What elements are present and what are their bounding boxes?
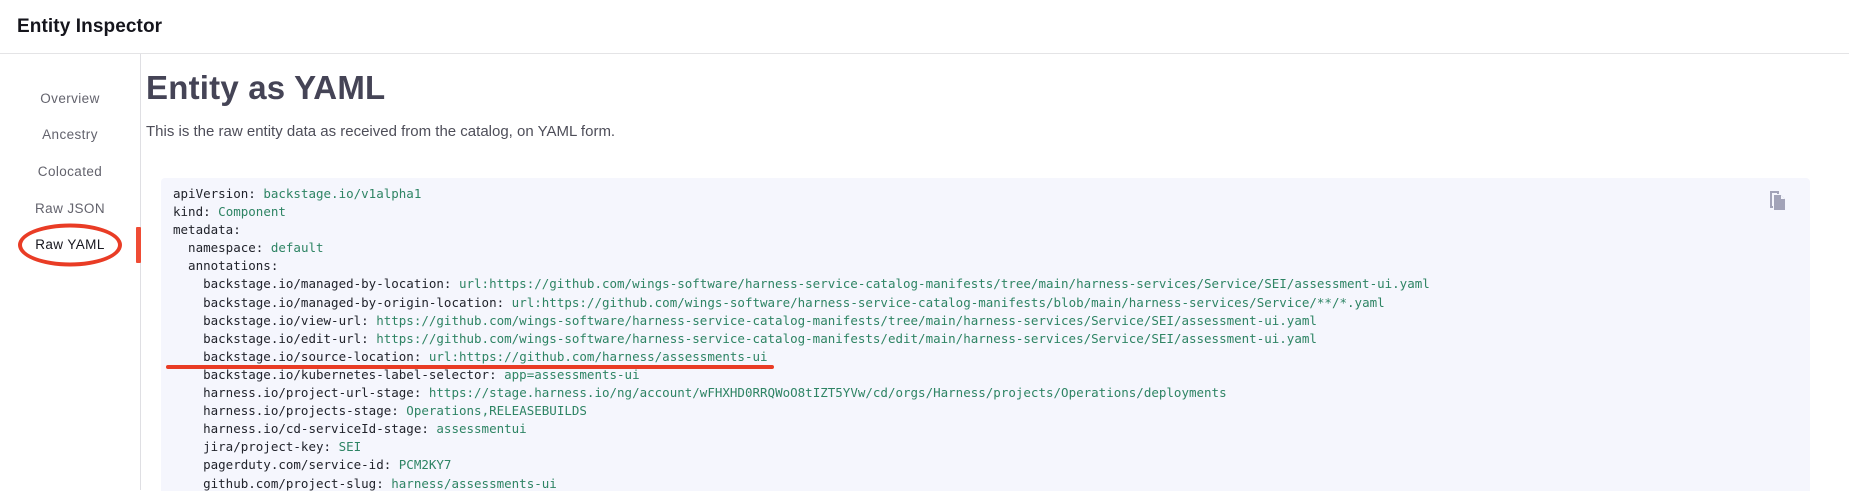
code-line: pagerduty.com/service-id: PCM2KY7: [173, 456, 1770, 474]
dialog-body: Overview Ancestry Colocated Raw JSON Raw…: [0, 54, 1849, 490]
copy-icon-glyph: [1764, 188, 1790, 214]
copy-icon[interactable]: [1764, 188, 1790, 214]
yaml-key: annotations:: [173, 258, 278, 273]
yaml-key: apiVersion:: [173, 186, 256, 201]
code-line: backstage.io/source-location: url:https:…: [173, 348, 1770, 366]
yaml-key: harness.io/project-url-stage:: [173, 385, 421, 400]
sidebar-item-raw-json[interactable]: Raw JSON: [0, 190, 140, 227]
code-line: annotations:: [173, 257, 1770, 275]
yaml-text: apiVersion: backstage.io/v1alpha1 kind: …: [173, 185, 1770, 491]
yaml-value: Operations,RELEASEBUILDS: [399, 403, 587, 418]
sidebar-item-ancestry[interactable]: Ancestry: [0, 117, 140, 154]
yaml-value: harness/assessments-ui: [384, 476, 557, 491]
code-line: jira/project-key: SEI: [173, 438, 1770, 456]
yaml-key: harness.io/cd-serviceId-stage:: [173, 421, 429, 436]
code-line: github.com/project-slug: harness/assessm…: [173, 475, 1770, 491]
code-line: metadata:: [173, 221, 1770, 239]
yaml-value: SEI: [331, 439, 361, 454]
yaml-key: backstage.io/managed-by-location:: [173, 276, 451, 291]
code-line: harness.io/project-url-stage: https://st…: [173, 384, 1770, 402]
sidebar-item-label: Ancestry: [42, 127, 98, 142]
code-line: backstage.io/edit-url: https://github.co…: [173, 330, 1770, 348]
yaml-value: assessmentui: [429, 421, 527, 436]
yaml-key: backstage.io/managed-by-origin-location:: [173, 295, 504, 310]
yaml-value: url:https://github.com/harness/assessmen…: [421, 349, 767, 364]
dialog-header: Entity Inspector: [0, 0, 1849, 54]
code-line: backstage.io/managed-by-location: url:ht…: [173, 275, 1770, 293]
page-subtitle: This is the raw entity data as received …: [146, 123, 1810, 141]
dialog-title: Entity Inspector: [17, 16, 162, 38]
yaml-value: default: [263, 240, 323, 255]
yaml-value: backstage.io/v1alpha1: [256, 186, 422, 201]
sidebar-item-label: Raw JSON: [35, 201, 105, 216]
yaml-code-block: apiVersion: backstage.io/v1alpha1 kind: …: [161, 178, 1810, 491]
yaml-value: https://github.com/wings-software/harnes…: [369, 331, 1317, 346]
code-line: backstage.io/kubernetes-label-selector: …: [173, 366, 1770, 384]
yaml-value: https://github.com/wings-software/harnes…: [369, 313, 1317, 328]
code-line: namespace: default: [173, 239, 1770, 257]
yaml-key: kind:: [173, 204, 211, 219]
yaml-value: https://stage.harness.io/ng/account/wFHX…: [421, 385, 1226, 400]
code-line: backstage.io/managed-by-origin-location:…: [173, 294, 1770, 312]
sidebar-item-overview[interactable]: Overview: [0, 80, 140, 117]
yaml-value: Component: [211, 204, 286, 219]
code-line: backstage.io/view-url: https://github.co…: [173, 312, 1770, 330]
yaml-key: jira/project-key:: [173, 439, 331, 454]
sidebar: Overview Ancestry Colocated Raw JSON Raw…: [0, 54, 141, 490]
sidebar-item-label: Colocated: [38, 164, 102, 179]
sidebar-item-label: Overview: [40, 91, 99, 106]
code-line: harness.io/projects-stage: Operations,RE…: [173, 402, 1770, 420]
code-line: apiVersion: backstage.io/v1alpha1: [173, 185, 1770, 203]
yaml-key: github.com/project-slug:: [173, 476, 384, 491]
code-line: harness.io/cd-serviceId-stage: assessmen…: [173, 420, 1770, 438]
sidebar-item-colocated[interactable]: Colocated: [0, 153, 140, 190]
yaml-key: backstage.io/source-location:: [173, 349, 421, 364]
yaml-value: app=assessments-ui: [497, 367, 640, 382]
main-content: Entity as YAML This is the raw entity da…: [141, 54, 1849, 490]
yaml-key: backstage.io/edit-url:: [173, 331, 369, 346]
yaml-key: backstage.io/view-url:: [173, 313, 369, 328]
yaml-key: harness.io/projects-stage:: [173, 403, 399, 418]
yaml-value: PCM2KY7: [391, 457, 451, 472]
sidebar-item-raw-yaml[interactable]: Raw YAML: [0, 226, 140, 263]
page-title: Entity as YAML: [146, 68, 1810, 108]
yaml-key: namespace:: [173, 240, 263, 255]
yaml-value: url:https://github.com/wings-software/ha…: [451, 276, 1429, 291]
code-line: kind: Component: [173, 203, 1770, 221]
selected-tab-indicator: [136, 227, 141, 263]
yaml-key: backstage.io/kubernetes-label-selector:: [173, 367, 497, 382]
sidebar-item-label: Raw YAML: [35, 237, 104, 252]
yaml-key: metadata:: [173, 222, 241, 237]
yaml-value: url:https://github.com/wings-software/ha…: [504, 295, 1385, 310]
yaml-key: pagerduty.com/service-id:: [173, 457, 391, 472]
